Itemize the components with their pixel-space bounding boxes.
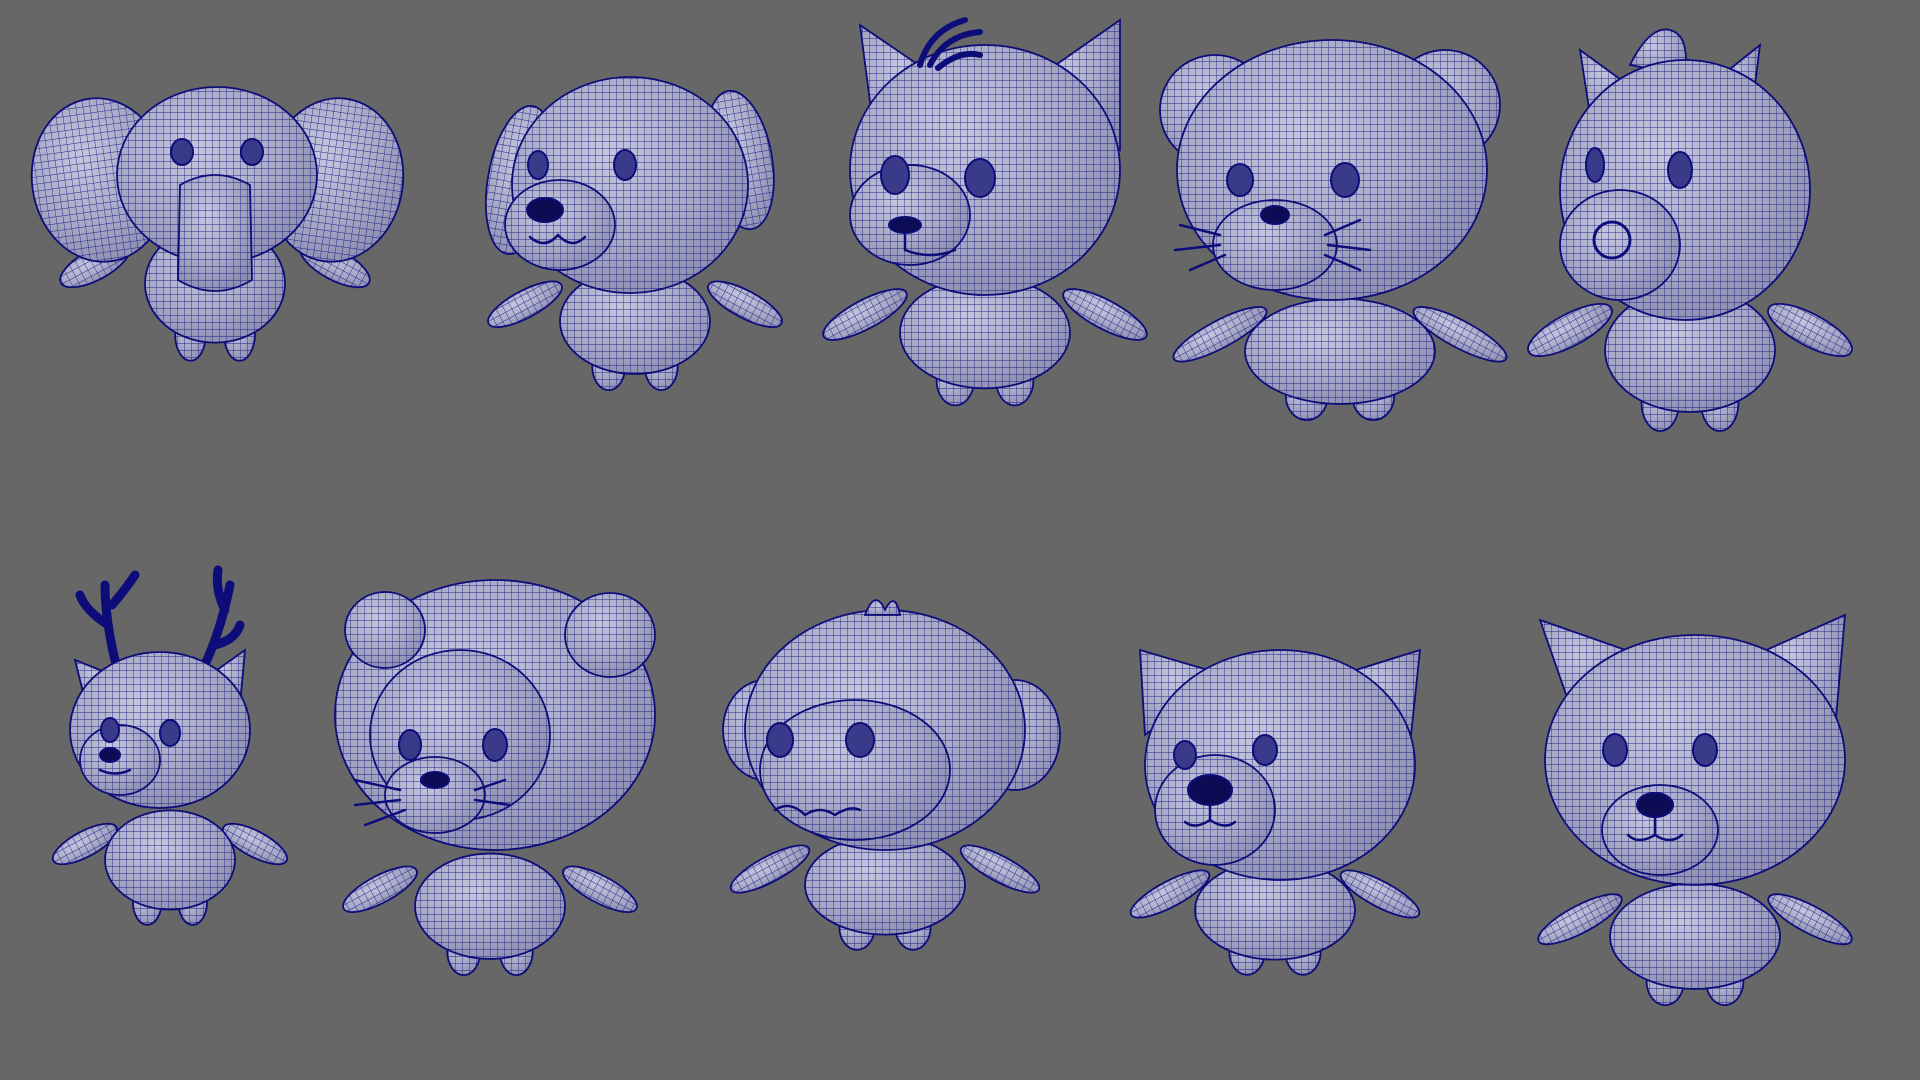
nose bbox=[99, 747, 121, 763]
arm-left bbox=[342, 865, 418, 913]
horse-model[interactable] bbox=[1527, 15, 1890, 495]
torso bbox=[1244, 297, 1436, 405]
bear-model[interactable] bbox=[1129, 640, 1440, 1040]
ear-left bbox=[344, 591, 426, 669]
eye-left bbox=[170, 138, 194, 166]
deer-model[interactable] bbox=[51, 565, 300, 995]
torso bbox=[414, 852, 566, 960]
wolf-model[interactable] bbox=[1530, 610, 1860, 1050]
fox-model[interactable] bbox=[820, 10, 1150, 470]
monkey-wireframe-icon bbox=[722, 599, 1061, 951]
muzzle bbox=[79, 724, 161, 796]
eye-right bbox=[1252, 734, 1278, 766]
monkey-model[interactable] bbox=[722, 599, 1065, 990]
nose bbox=[420, 771, 450, 789]
eye-right bbox=[1667, 151, 1693, 189]
lion-model[interactable] bbox=[334, 579, 680, 1025]
nose bbox=[888, 216, 922, 234]
arm-right bbox=[959, 844, 1041, 894]
dog-wireframe-icon bbox=[485, 76, 783, 391]
lion-wireframe-icon bbox=[334, 579, 656, 976]
snout bbox=[1559, 189, 1681, 301]
elephant-model[interactable] bbox=[30, 70, 440, 430]
trunk bbox=[177, 174, 253, 292]
eye-left bbox=[527, 150, 549, 180]
muzzle bbox=[384, 756, 486, 834]
eye-right bbox=[482, 728, 508, 762]
eye-left bbox=[1226, 163, 1254, 197]
eye-left bbox=[1602, 733, 1628, 767]
eye-left bbox=[100, 717, 120, 743]
eye-right bbox=[240, 138, 264, 166]
horse-wireframe-icon bbox=[1527, 28, 1853, 432]
eye-right bbox=[159, 719, 181, 747]
arm-right bbox=[562, 865, 638, 913]
eye-right bbox=[1330, 162, 1360, 198]
arm-right bbox=[1767, 302, 1853, 358]
eye-right bbox=[845, 722, 875, 758]
arm-left bbox=[729, 844, 811, 894]
cat-model[interactable] bbox=[1159, 39, 1510, 480]
eye-left bbox=[1173, 740, 1197, 770]
face bbox=[759, 699, 951, 841]
fox-wireframe-icon bbox=[822, 17, 1148, 407]
ear-right bbox=[564, 592, 656, 678]
3d-viewport[interactable] bbox=[0, 0, 1920, 1080]
eye-right bbox=[613, 149, 637, 181]
torso bbox=[104, 809, 236, 911]
nose bbox=[1260, 205, 1290, 225]
elephant-wireframe-icon bbox=[30, 86, 405, 362]
arm-left bbox=[822, 288, 908, 341]
arm-left bbox=[1527, 302, 1613, 358]
eye-left bbox=[880, 155, 910, 195]
eye-right bbox=[1692, 733, 1718, 767]
nose bbox=[1187, 774, 1233, 806]
arm-right bbox=[707, 280, 783, 328]
muzzle bbox=[504, 179, 616, 271]
muzzle bbox=[1154, 754, 1276, 866]
tuft bbox=[863, 599, 902, 616]
arm-left bbox=[487, 280, 563, 328]
cat-wireframe-icon bbox=[1159, 39, 1508, 421]
nose bbox=[526, 197, 564, 223]
nose bbox=[1636, 792, 1674, 818]
wolf-wireframe-icon bbox=[1537, 613, 1853, 1006]
eye-right bbox=[964, 158, 996, 198]
arm-right bbox=[1062, 288, 1148, 341]
eye-left bbox=[1585, 147, 1605, 183]
eye-left bbox=[766, 722, 794, 758]
deer-wireframe-icon bbox=[51, 565, 289, 926]
dog-model[interactable] bbox=[485, 50, 783, 450]
eye-left bbox=[398, 729, 422, 761]
bear-wireframe-icon bbox=[1129, 648, 1422, 976]
torso bbox=[1609, 882, 1781, 990]
